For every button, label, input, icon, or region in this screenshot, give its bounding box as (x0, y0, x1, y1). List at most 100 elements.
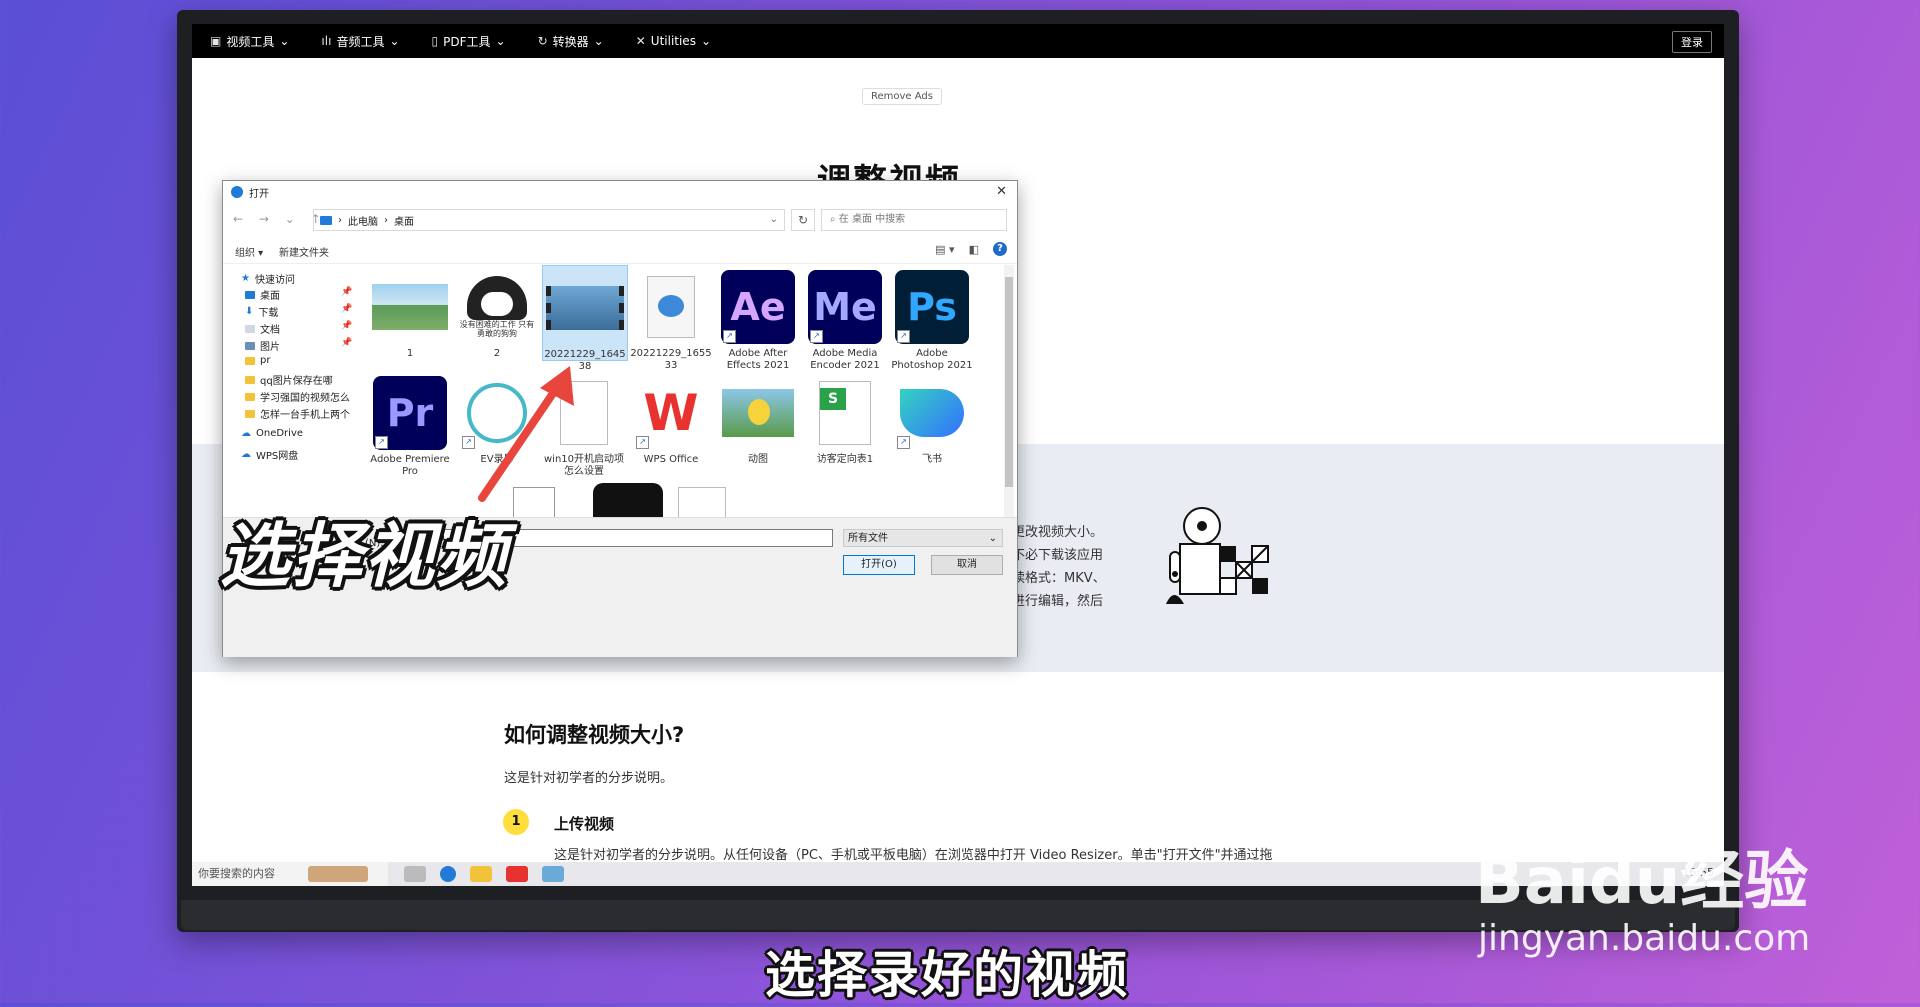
file-item-video-selected[interactable]: 20221229_164538 (542, 265, 628, 372)
organize-button[interactable]: 组织 ▾ (235, 244, 263, 259)
file-item-after-effects[interactable]: Ae ↗ Adobe After Effects 2021 (716, 269, 800, 372)
edge-icon[interactable] (440, 866, 456, 882)
sidebar-item-pr[interactable]: pr (245, 355, 270, 366)
file-item-video[interactable]: 20221229_165533 (629, 269, 713, 372)
tools-icon: ✕ (635, 34, 646, 48)
audio-icon: ılı (321, 34, 332, 48)
wps-office-icon: W ↗ (632, 375, 710, 451)
folder-icon (245, 375, 255, 384)
picture-icon (245, 341, 255, 350)
step-number-badge: 1 (503, 809, 529, 835)
file-item-image[interactable]: 没有困难的工作 只有勇敢的狗狗 2 (455, 269, 539, 360)
download-icon: ⬇ (245, 306, 254, 317)
dialog-titlebar: 打开 ✕ (223, 181, 1017, 203)
view-options-icon[interactable]: ▤ ▾ (935, 243, 954, 256)
dialog-search-input[interactable]: ⌕ 在 桌面 中搜索 (821, 209, 1007, 231)
cancel-button[interactable]: 取消 (931, 555, 1003, 575)
preview-pane-icon[interactable]: ◧ (969, 243, 979, 256)
chevron-down-icon: ⌄ (389, 34, 400, 48)
task-view-icon[interactable] (404, 866, 426, 882)
shortcut-arrow-icon: ↗ (810, 330, 823, 343)
sidebar-item-downloads[interactable]: ⬇ 下载 (245, 304, 278, 319)
section-subtitle: 这是针对初学者的分步说明。 (504, 771, 674, 786)
file-item-wps-office[interactable]: W ↗ WPS Office (629, 375, 713, 466)
spreadsheet-icon: S (806, 375, 884, 451)
file-item-gif[interactable]: 动图 (716, 375, 800, 466)
refresh-button[interactable]: ↻ (791, 209, 815, 231)
chevron-down-icon: ⌄ (495, 34, 506, 48)
address-bar[interactable]: › 此电脑 › 桌面 ⌄ (313, 209, 785, 231)
sidebar-item-folder[interactable]: 学习强国的视频怎么 (245, 389, 350, 404)
baidu-watermark-logo: Baidu经验 (1475, 845, 1809, 919)
sidebar-item-folder[interactable]: qq图片保存在哪 (245, 372, 333, 387)
sidebar-item-pictures[interactable]: 图片 (245, 338, 280, 353)
edge-icon (231, 186, 243, 198)
open-button[interactable]: 打开(O) (843, 555, 915, 575)
app-taskbar-icon[interactable] (542, 866, 564, 882)
media-file-icon (632, 269, 710, 345)
sidebar-wps-drive[interactable]: ☁ WPS网盘 (241, 447, 298, 462)
file-explorer-icon[interactable] (470, 866, 492, 882)
breadcrumb-desktop[interactable]: 桌面 (394, 213, 414, 228)
close-icon[interactable]: ✕ (996, 184, 1007, 199)
shortcut-arrow-icon: ↗ (897, 330, 910, 343)
photoshop-icon: Ps ↗ (893, 269, 971, 345)
nav-pdf-tools[interactable]: ▯ PDF工具 ⌄ (432, 33, 506, 50)
dog-image (467, 276, 527, 320)
file-item-photoshop[interactable]: Ps ↗ Adobe Photoshop 2021 (890, 269, 974, 372)
chevron-down-icon: ⌄ (700, 34, 712, 48)
nav-video-tools[interactable]: ▣ 视频工具 ⌄ (210, 33, 289, 50)
landscape-image (372, 284, 448, 330)
video-subtitle: 选择录好的视频 (765, 946, 1129, 1004)
chevron-down-icon[interactable]: ⌄ (770, 214, 778, 225)
capcut-icon[interactable] (593, 483, 663, 517)
text-file-icon[interactable] (678, 487, 726, 517)
dialog-title: 打开 (249, 188, 269, 200)
chevron-down-icon: ⌄ (593, 34, 604, 48)
nav-converter[interactable]: ↻ 转换器 ⌄ (538, 33, 604, 50)
file-item-premiere-pro[interactable]: Pr ↗ Adobe Premiere Pro (368, 375, 452, 478)
sidebar-onedrive[interactable]: ☁ OneDrive (241, 428, 303, 439)
address-row: ← → ⌄ ↑ › 此电脑 › 桌面 ⌄ ↻ ⌕ 在 桌面 中搜索 (223, 207, 1017, 233)
pin-icon: 📌 (341, 338, 353, 348)
remove-ads-button[interactable]: Remove Ads (862, 88, 942, 105)
breadcrumb-separator: › (384, 214, 388, 226)
nav-audio-tools[interactable]: ılı 音频工具 ⌄ (321, 33, 399, 50)
feature-description: 更改视频大小。 不必下载该应用 读格式：MKV、 进行编辑，然后 (1012, 525, 1106, 609)
sidebar-item-documents[interactable]: 文档 (245, 321, 280, 336)
filetype-select[interactable]: 所有文件 ⌄ (843, 529, 1003, 547)
folder-icon (245, 356, 255, 365)
shortcut-arrow-icon: ↗ (375, 436, 388, 449)
file-item-media-encoder[interactable]: Me ↗ Adobe Media Encoder 2021 (803, 269, 887, 372)
sidebar-quick-access[interactable]: ★ 快速访问 (241, 271, 295, 286)
convert-icon: ↻ (537, 34, 548, 48)
file-item-image[interactable]: 1 (368, 269, 452, 360)
step-title: 上传视频 (554, 815, 615, 833)
scrollbar-thumb[interactable] (1005, 277, 1013, 487)
search-icon: ⌕ (830, 214, 839, 225)
folder-icon (245, 392, 255, 401)
document-icon (245, 324, 255, 333)
new-folder-button[interactable]: 新建文件夹 (279, 244, 329, 259)
folder-icon (245, 409, 255, 418)
sidebar-item-desktop[interactable]: 桌面 (245, 287, 280, 302)
chevron-down-icon: ⌄ (988, 533, 997, 544)
file-grid-scrollbar[interactable] (1004, 265, 1014, 517)
breadcrumb-separator: › (338, 214, 342, 226)
feishu-icon: ↗ (893, 375, 971, 451)
wps-taskbar-icon[interactable] (506, 866, 528, 882)
top-nav: ▣ 视频工具 ⌄ ılı 音频工具 ⌄ ▯ PDF工具 ⌄ ↻ 转换器 ⌄ ✕ Utilities… (192, 24, 1724, 58)
login-button[interactable]: 登录 (1672, 31, 1712, 53)
sidebar-item-folder[interactable]: 怎样一台手机上两个 (245, 406, 350, 421)
red-arrow-annotation (478, 366, 574, 502)
file-item-feishu[interactable]: ↗ 飞书 (890, 375, 974, 466)
nav-utilities[interactable]: ✕ Utilities ⌄ (636, 34, 711, 48)
help-icon[interactable]: ? (993, 242, 1007, 256)
premiere-pro-icon: Pr ↗ (371, 375, 449, 451)
after-effects-icon: Ae ↗ (719, 269, 797, 345)
file-item-spreadsheet[interactable]: S 访客定向表1 (803, 375, 887, 466)
baidu-watermark-url: jingyan.baidu.com (1478, 918, 1811, 959)
video-thumbnail (546, 270, 624, 346)
chevron-down-icon: ⌄ (279, 34, 290, 48)
breadcrumb-pc[interactable]: 此电脑 (348, 213, 378, 228)
